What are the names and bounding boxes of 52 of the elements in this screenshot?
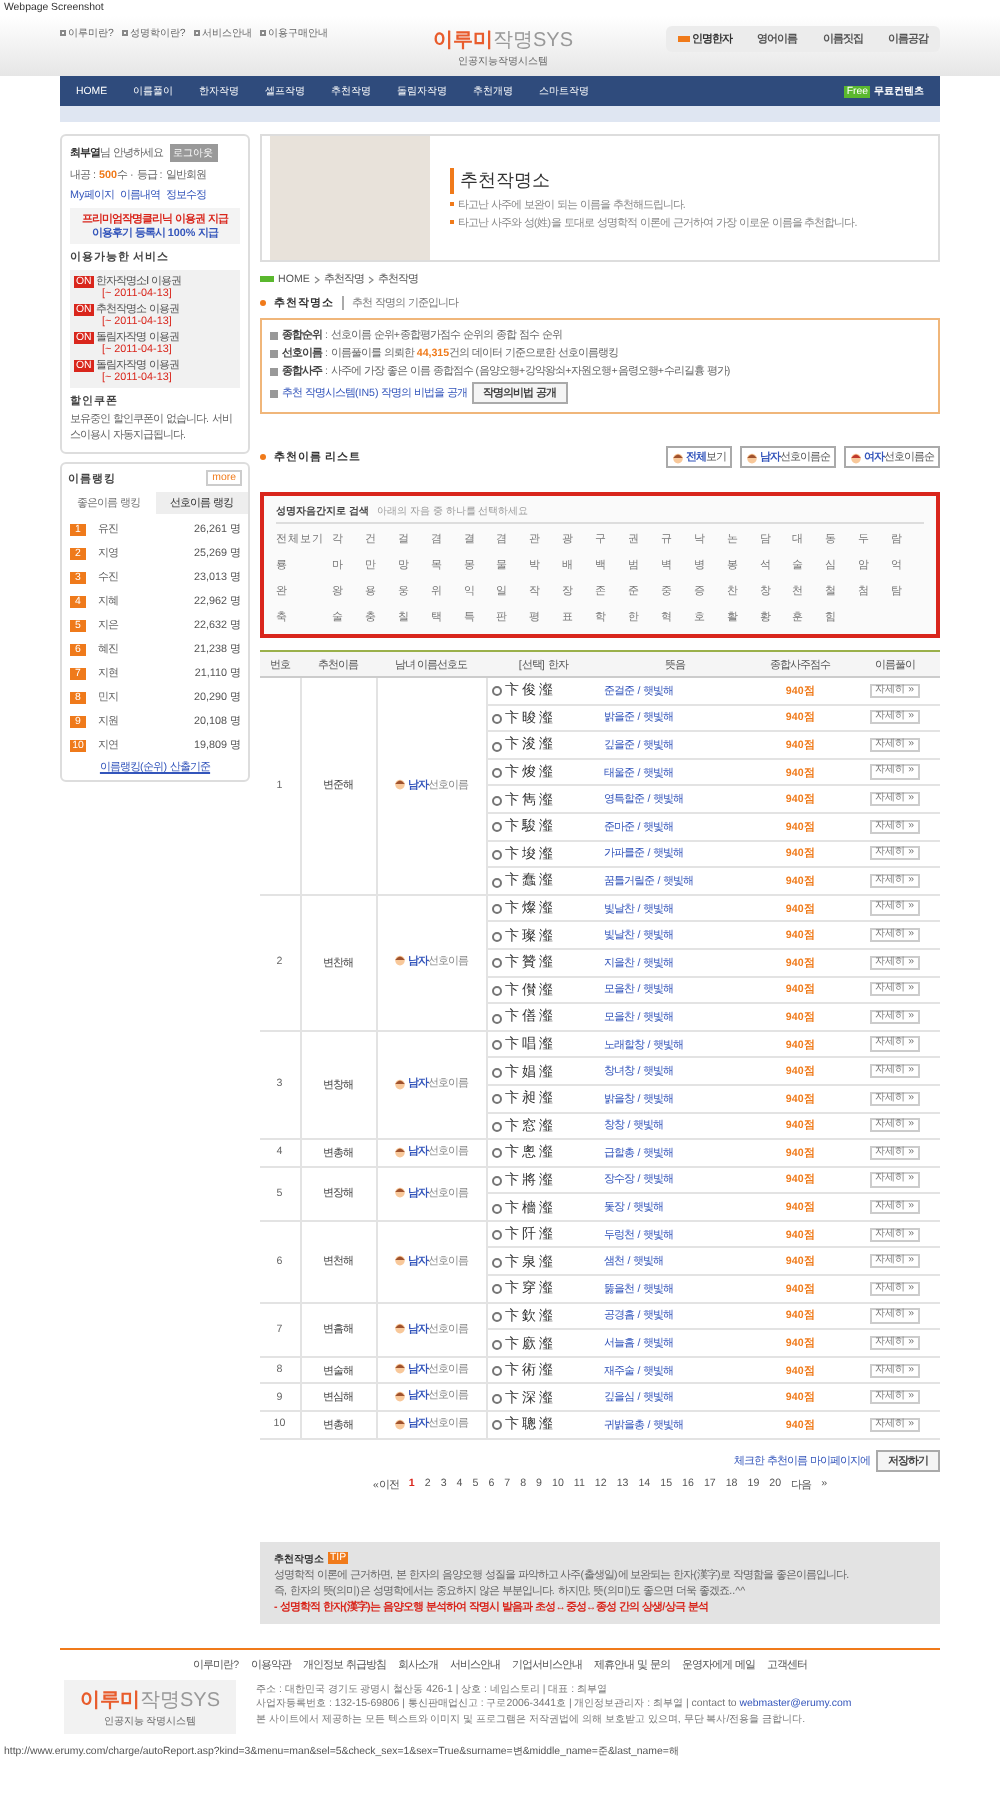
select-checkbox[interactable] xyxy=(491,822,501,833)
select-checkbox[interactable] xyxy=(491,1148,501,1159)
chevron-icon xyxy=(313,275,320,283)
boy-face-icon xyxy=(394,1186,406,1199)
boy-face-icon xyxy=(746,451,758,463)
boy-face-icon xyxy=(850,451,862,463)
chevron-icon xyxy=(367,275,374,283)
select-checkbox[interactable] xyxy=(491,931,501,942)
select-checkbox[interactable] xyxy=(491,1040,501,1051)
select-checkbox[interactable] xyxy=(491,1176,501,1187)
boy-face-icon xyxy=(394,1322,406,1334)
boy-face-icon xyxy=(394,778,406,791)
select-checkbox[interactable] xyxy=(491,1393,501,1404)
select-checkbox[interactable] xyxy=(491,904,501,915)
select-checkbox[interactable] xyxy=(491,768,501,779)
select-checkbox[interactable] xyxy=(491,1312,501,1323)
bullet-icon xyxy=(270,331,278,339)
select-checkbox[interactable] xyxy=(491,1284,501,1295)
select-checkbox[interactable] xyxy=(491,741,501,752)
boy-face-icon xyxy=(394,1077,406,1090)
boy-face-icon xyxy=(394,954,406,967)
select-checkbox[interactable] xyxy=(491,1013,501,1024)
select-checkbox[interactable] xyxy=(491,1121,501,1132)
select-checkbox[interactable] xyxy=(491,958,501,969)
boy-face-icon xyxy=(394,1417,406,1430)
site-logo[interactable]: 이루미작명SYS xyxy=(432,26,573,54)
select-checkbox[interactable] xyxy=(491,1257,501,1268)
bullet-icon xyxy=(260,454,266,460)
select-checkbox[interactable] xyxy=(491,849,501,860)
select-checkbox[interactable] xyxy=(491,1366,501,1377)
boy-face-icon xyxy=(394,1145,406,1158)
select-checkbox[interactable] xyxy=(491,1203,501,1214)
boy-face-icon xyxy=(394,1254,406,1267)
bullet-icon xyxy=(270,367,278,375)
boy-face-icon xyxy=(672,451,684,463)
select-checkbox[interactable] xyxy=(491,985,501,996)
select-checkbox[interactable] xyxy=(491,1339,501,1350)
select-checkbox[interactable] xyxy=(491,1230,501,1241)
boy-face-icon xyxy=(394,1362,406,1375)
select-checkbox[interactable] xyxy=(491,686,501,697)
select-checkbox[interactable] xyxy=(491,713,501,724)
bullet-icon xyxy=(270,389,278,397)
bullet-icon xyxy=(270,349,278,357)
boy-face-icon xyxy=(394,1389,406,1402)
banner-title: 추천작명소 xyxy=(450,167,858,193)
select-checkbox[interactable] xyxy=(491,1094,501,1105)
select-checkbox[interactable] xyxy=(491,1067,501,1078)
bullet-icon xyxy=(260,300,266,306)
select-checkbox[interactable] xyxy=(491,877,501,888)
home-icon xyxy=(260,276,274,282)
select-checkbox[interactable] xyxy=(491,1420,501,1431)
select-checkbox[interactable] xyxy=(491,795,501,806)
